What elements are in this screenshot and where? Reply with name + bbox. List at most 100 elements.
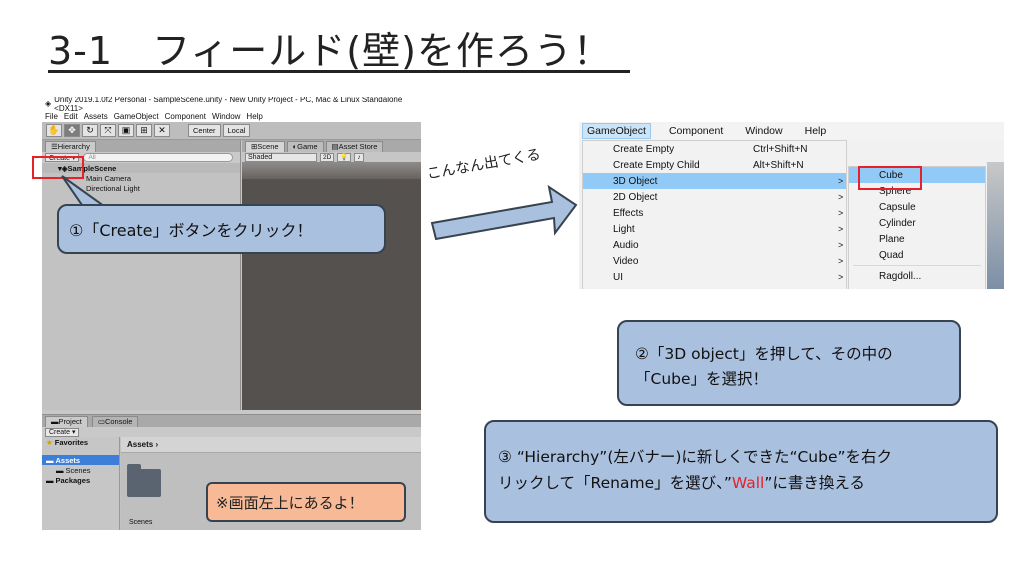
project-toolbar: Create ▾ (42, 427, 421, 437)
slide-title: 3-1 フィールド(壁)を作ろう！ (48, 29, 612, 73)
menu-item-ui[interactable]: UI > (583, 269, 846, 285)
hierarchy-panel: ☰ Hierarchy Create ▾ All ▾◈ SampleScene … (42, 140, 241, 410)
unity-logo-icon: ◈ (45, 99, 52, 108)
lighting-icon[interactable]: 💡 (337, 152, 352, 162)
tab-hierarchy[interactable]: ☰ Hierarchy (45, 140, 96, 152)
mode-2d-button[interactable]: 2D (320, 152, 335, 162)
tab-project[interactable]: ▬ Project (45, 415, 88, 427)
rotate-tool-icon[interactable]: ↻ (82, 124, 98, 137)
tab-console[interactable]: ▭ Console (91, 415, 139, 427)
unity-toolbar: ✋ ✥ ↻ ⤧ ▣ ⊞ ✕ Center Local (42, 122, 421, 140)
menu-help[interactable]: Help (246, 112, 262, 121)
menu-gameobject-open[interactable]: GameObject (582, 122, 651, 139)
menu-window[interactable]: Window (741, 124, 786, 138)
folder-icon: ▬ (56, 465, 64, 475)
menu-item-2d-object[interactable]: 2D Object > (583, 189, 846, 205)
chevron-right-icon: > (838, 176, 844, 186)
create-button-highlight (32, 156, 84, 179)
wall-keyword: Wall (731, 474, 765, 492)
callout-step1: ①「Create」ボタンをクリック！ (57, 204, 386, 254)
pivot-center-button[interactable]: Center (188, 124, 221, 137)
submenu-capsule[interactable]: Capsule (849, 199, 985, 215)
scenes-folder-label: Scenes (129, 519, 153, 526)
menu-assets[interactable]: Assets (84, 112, 108, 121)
menu-item-light[interactable]: Light > (583, 221, 846, 237)
store-icon: ▤ (331, 142, 339, 151)
scene-background-strip (987, 162, 1004, 289)
pivot-local-button[interactable]: Local (222, 124, 251, 137)
note-top-left: ※画面左上にあるよ！ (206, 482, 406, 522)
scene-tabbar: ⊞ Scene ◐ Game ▤ Asset Store (242, 140, 421, 152)
menu-item-effects[interactable]: Effects > (583, 205, 846, 221)
submenu-cylinder[interactable]: Cylinder (849, 215, 985, 231)
list-icon: ☰ (51, 142, 58, 151)
tree-item-directional-light[interactable]: Directional Light (42, 183, 240, 193)
menu-gameobject[interactable]: GameObject (114, 112, 159, 121)
rect-tool-icon[interactable]: ▣ (118, 124, 134, 137)
menu-help[interactable]: Help (801, 124, 831, 138)
scene-view-panel: ⊞ Scene ◐ Game ▤ Asset Store Shaded 2D 💡… (242, 140, 421, 410)
chevron-right-icon: > (838, 272, 844, 282)
callout-step2-line2: 「Cube」を選択！ (635, 370, 769, 388)
project-create-button[interactable]: Create ▾ (45, 427, 80, 437)
menu-item-video[interactable]: Video > (583, 253, 846, 269)
tree-scenes[interactable]: ▬ Scenes (42, 465, 119, 475)
hierarchy-tabbar: ☰ Hierarchy (42, 140, 240, 152)
assets-breadcrumb[interactable]: Assets › (121, 437, 421, 453)
submenu-quad[interactable]: Quad (849, 247, 985, 263)
custom-tool-icon[interactable]: ✕ (154, 124, 170, 137)
menu-item-create-empty[interactable]: Create Empty Ctrl+Shift+N (583, 141, 846, 157)
tab-game[interactable]: ◐ Game (286, 140, 324, 152)
tree-favorites[interactable]: ★ Favorites (42, 437, 119, 447)
go-menubar: GameObject Component Window Help (579, 122, 1004, 139)
callout-step3-line1: ③ “Hierarchy”(左バナー)に新しくできた“Cube”を右ク (498, 448, 893, 466)
callout-step3: ③ “Hierarchy”(左バナー)に新しくできた“Cube”を右ク リックし… (484, 420, 998, 523)
chevron-right-icon: > (838, 192, 844, 202)
tree-packages[interactable]: ▬ Packages (42, 475, 119, 485)
project-tree: ★ Favorites ▬ Assets ▬ Scenes ▬ Packages (42, 437, 120, 530)
submenu-ragdoll[interactable]: Ragdoll... (849, 268, 985, 284)
callout-step3-line2: リックして「Rename」を選び、”Wall”に書き換える (498, 474, 865, 492)
project-tabbar: ▬ Project ▭ Console (42, 415, 421, 427)
right-arrow-icon (430, 184, 578, 241)
menu-item-3d-object[interactable]: 3D Object > (583, 173, 846, 189)
scenes-folder-icon[interactable] (127, 464, 161, 497)
submenu-divider (853, 265, 981, 266)
tree-assets[interactable]: ▬ Assets (42, 455, 119, 465)
callout-step2-line1: ②「3D object」を押して、その中の (635, 345, 893, 363)
scene-skybox (242, 163, 421, 179)
gameobject-menu-screenshot: GameObject Component Window Help Create … (579, 122, 1004, 289)
menu-item-audio[interactable]: Audio > (583, 237, 846, 253)
folder-icon: ▬ (51, 417, 59, 426)
gameobject-dropdown: Create Empty Ctrl+Shift+N Create Empty Ch… (582, 140, 847, 289)
unity-editor-screenshot: ◈ Unity 2019.1.0f2 Personal - SampleScen… (42, 97, 421, 530)
menu-item-create-empty-child[interactable]: Create Empty Child Alt+Shift+N (583, 157, 846, 173)
unity-window-title: Unity 2019.1.0f2 Personal - SampleScene.… (54, 97, 403, 113)
title-underline (48, 70, 630, 73)
console-icon: ▭ (97, 417, 105, 426)
transform-tool-icon[interactable]: ⊞ (136, 124, 152, 137)
audio-icon[interactable]: ♪ (354, 152, 364, 162)
menu-edit[interactable]: Edit (64, 112, 78, 121)
chevron-right-icon: > (838, 240, 844, 250)
unity-titlebar: ◈ Unity 2019.1.0f2 Personal - SampleScen… (42, 97, 421, 113)
cube-item-highlight (858, 166, 922, 190)
menu-window[interactable]: Window (212, 112, 240, 121)
submenu-plane[interactable]: Plane (849, 231, 985, 247)
menu-component[interactable]: Component (665, 124, 727, 138)
tab-scene[interactable]: ⊞ Scene (245, 140, 285, 152)
scene-toolbar: Shaded 2D 💡 ♪ (242, 152, 421, 163)
tab-asset-store[interactable]: ▤ Asset Store (325, 140, 384, 152)
shading-mode-select[interactable]: Shaded (245, 152, 317, 162)
chevron-right-icon: > (838, 256, 844, 266)
unity-panels: ☰ Hierarchy Create ▾ All ▾◈ SampleScene … (42, 140, 421, 410)
callout-step2: ②「3D object」を押して、その中の 「Cube」を選択！ (617, 320, 961, 406)
move-tool-icon[interactable]: ✥ (64, 124, 80, 137)
star-icon: ★ (46, 437, 53, 447)
scale-tool-icon[interactable]: ⤧ (100, 124, 116, 137)
menu-file[interactable]: File (45, 112, 58, 121)
menu-component[interactable]: Component (165, 112, 206, 121)
chevron-right-icon: > (838, 224, 844, 234)
hand-tool-icon[interactable]: ✋ (46, 124, 62, 137)
hierarchy-search-input[interactable]: All (83, 153, 234, 162)
